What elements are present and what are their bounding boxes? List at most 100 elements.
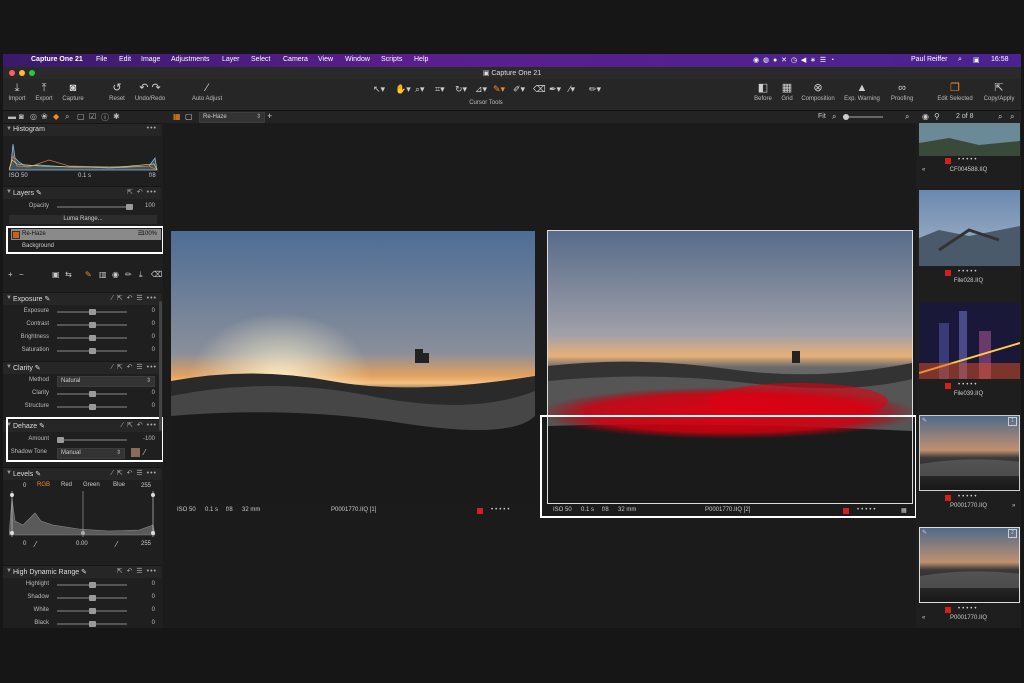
exposure-tab-icon[interactable]: ◆	[53, 112, 59, 121]
levels-input-low[interactable]: 0	[23, 483, 26, 489]
levels-header[interactable]: ▼ Levels ✎ ⁄ ⇱ ↶ ☰ •••	[3, 467, 161, 480]
layer-actions-icon[interactable]: ⇱ ↶ •••	[127, 188, 157, 196]
section-actions-icon[interactable]: ⁄ ⇱ ↶ ☰ •••	[112, 469, 157, 477]
linear-gradient-cursor-icon[interactable]: ✐▾	[513, 84, 525, 95]
luma-range-button[interactable]: Luma Range...	[9, 215, 157, 224]
star-rating[interactable]: •••••	[958, 157, 979, 163]
crop-cursor-icon[interactable]: ⌗▾	[435, 84, 445, 95]
method-select[interactable]: Natural ⇕	[57, 376, 155, 387]
picker-cursor-icon[interactable]: ⁄▾	[569, 84, 575, 95]
copy-apply-button[interactable]: ⇱ Copy/Apply	[981, 82, 1017, 102]
radial-mask-icon[interactable]: ◉	[112, 270, 119, 279]
channel-green[interactable]: Green	[83, 482, 100, 488]
auto-adjust-button[interactable]: ⁄ Auto Adjust	[189, 82, 225, 102]
star-rating[interactable]: •••••	[958, 269, 979, 275]
zoom-slider[interactable]	[843, 114, 883, 120]
metadata-tab-icon[interactable]: ⓘ	[101, 112, 109, 123]
exposure-warning-button[interactable]: ▲ Exp. Warning	[842, 82, 882, 102]
zoom-knob[interactable]	[843, 114, 849, 120]
add-layer-plus-icon[interactable]: +	[267, 111, 272, 121]
slider-track[interactable]	[57, 322, 127, 328]
star-rating[interactable]: •••••	[857, 507, 878, 513]
photo-variant-1[interactable]	[171, 231, 535, 503]
levels-input-high[interactable]: 255	[141, 483, 151, 489]
menu-app-name[interactable]: Capture One 21	[31, 56, 83, 63]
eraser-cursor-icon[interactable]: ⌫	[533, 84, 546, 95]
slider-track[interactable]	[57, 348, 127, 354]
single-view-icon[interactable]: ▢	[185, 112, 193, 121]
histogram-header[interactable]: ▼ Histogram •••	[3, 123, 161, 136]
hdr-header[interactable]: ▼ High Dynamic Range ✎ ⇱ ↶ ☰ •••	[3, 565, 161, 578]
black-point-picker-icon[interactable]: ⁄	[35, 540, 36, 549]
menu-window[interactable]: Window	[345, 56, 370, 63]
clarity-slider[interactable]: Clarity 0	[3, 389, 161, 399]
zoom-search-icon[interactable]: ⌕	[1010, 112, 1014, 122]
grid-button[interactable]: ▦ Grid	[779, 82, 795, 102]
more-options-icon[interactable]: •••	[147, 125, 157, 132]
color-tag-red[interactable]	[945, 383, 951, 389]
color-tag-red[interactable]	[945, 158, 951, 164]
slider-knob[interactable]	[88, 335, 96, 341]
spotlight-icon[interactable]: ⌕	[958, 56, 962, 64]
slider-track[interactable]	[57, 309, 127, 315]
library-tab-icon[interactable]: ▬	[8, 112, 16, 121]
proofing-button[interactable]: ∞ Proofing	[887, 82, 917, 102]
gradient-mask-icon[interactable]: ▥	[99, 270, 107, 279]
menu-help[interactable]: Help	[414, 56, 428, 63]
viewer[interactable]: ISO 50 0.1 s f/8 32 mm P0001770.IIQ [1] …	[163, 123, 917, 628]
slider-knob[interactable]	[88, 595, 96, 601]
contrast-slider[interactable]: Contrast 0	[3, 320, 161, 330]
brightness-slider[interactable]: Brightness 0	[3, 333, 161, 343]
structure-slider[interactable]: Structure 0	[3, 402, 161, 412]
slider-knob[interactable]	[88, 404, 96, 410]
swap-icon[interactable]: ⇆	[65, 270, 72, 279]
layers-header[interactable]: ▼ Layers ✎ ⇱ ↶ •••	[3, 186, 161, 199]
shadow-slider[interactable]: Shadow 0	[3, 593, 161, 603]
slider-track[interactable]	[57, 404, 127, 410]
user-name[interactable]: Paul Reiffer	[911, 56, 947, 63]
channel-rgb[interactable]: RGB	[37, 482, 50, 488]
mask-icon[interactable]: ▣	[52, 270, 60, 279]
channel-red[interactable]: Red	[61, 482, 72, 488]
zoom-cursor-icon[interactable]: ⌕▾	[415, 84, 425, 95]
layer-select[interactable]: Re-Haze ⇕	[199, 112, 265, 123]
star-rating[interactable]: •••••	[958, 382, 979, 388]
section-actions-icon[interactable]: ⁄ ⇱ ↶ ☰ •••	[112, 363, 157, 371]
thumbnail-5[interactable]: 2 ✎	[919, 527, 1020, 603]
white-point-picker-icon[interactable]: ⁄	[116, 540, 117, 549]
slider-knob[interactable]	[88, 322, 96, 328]
eye-icon[interactable]: ◉	[922, 112, 929, 121]
channel-blue[interactable]: Blue	[113, 482, 125, 488]
star-rating[interactable]: •••••	[491, 507, 512, 513]
slider-knob[interactable]	[88, 348, 96, 354]
menu-select[interactable]: Select	[251, 56, 270, 63]
levels-output-low[interactable]: 0	[23, 541, 26, 547]
erase-mask-icon[interactable]: ⌫	[151, 270, 162, 279]
slider-track[interactable]	[57, 335, 127, 341]
menu-file[interactable]: File	[96, 56, 107, 63]
control-center-icon[interactable]: ▣	[973, 56, 980, 64]
filter-icon[interactable]: ⚲	[934, 112, 940, 121]
pan-cursor-icon[interactable]: ✋▾	[395, 84, 411, 95]
local-adjustments-tab-icon[interactable]: ▢	[77, 112, 85, 121]
settings-tab-icon[interactable]: ✱	[113, 112, 120, 121]
slider-knob[interactable]	[88, 608, 96, 614]
add-layer-icon[interactable]: +	[8, 270, 13, 279]
heal-cursor-icon[interactable]: ✒▾	[549, 84, 561, 95]
undo-redo-button[interactable]: ↶ ↷ Undo/Redo	[133, 82, 167, 102]
tool-panel-scrollbar[interactable]	[159, 301, 162, 431]
thumbnail-3[interactable]	[919, 303, 1020, 379]
clarity-header[interactable]: ▼ Clarity ✎ ⁄ ⇱ ↶ ☰ •••	[3, 361, 161, 374]
adjustments-tab-icon[interactable]: ☑	[89, 112, 96, 121]
export-button[interactable]: ⤒ Export	[34, 82, 54, 102]
color-tag-red[interactable]	[945, 607, 951, 613]
rotate-cursor-icon[interactable]: ↻▾	[455, 84, 467, 95]
slider-knob[interactable]	[88, 582, 96, 588]
thumbnail-4[interactable]: 1 ✎	[919, 415, 1020, 491]
stack-expand-icon[interactable]: »	[1012, 503, 1015, 509]
select-cursor-icon[interactable]: ↖▾	[373, 84, 385, 95]
slider-track[interactable]	[57, 621, 127, 627]
menu-edit[interactable]: Edit	[119, 56, 131, 63]
levels-histogram[interactable]	[9, 491, 157, 537]
star-rating[interactable]: •••••	[958, 606, 979, 612]
